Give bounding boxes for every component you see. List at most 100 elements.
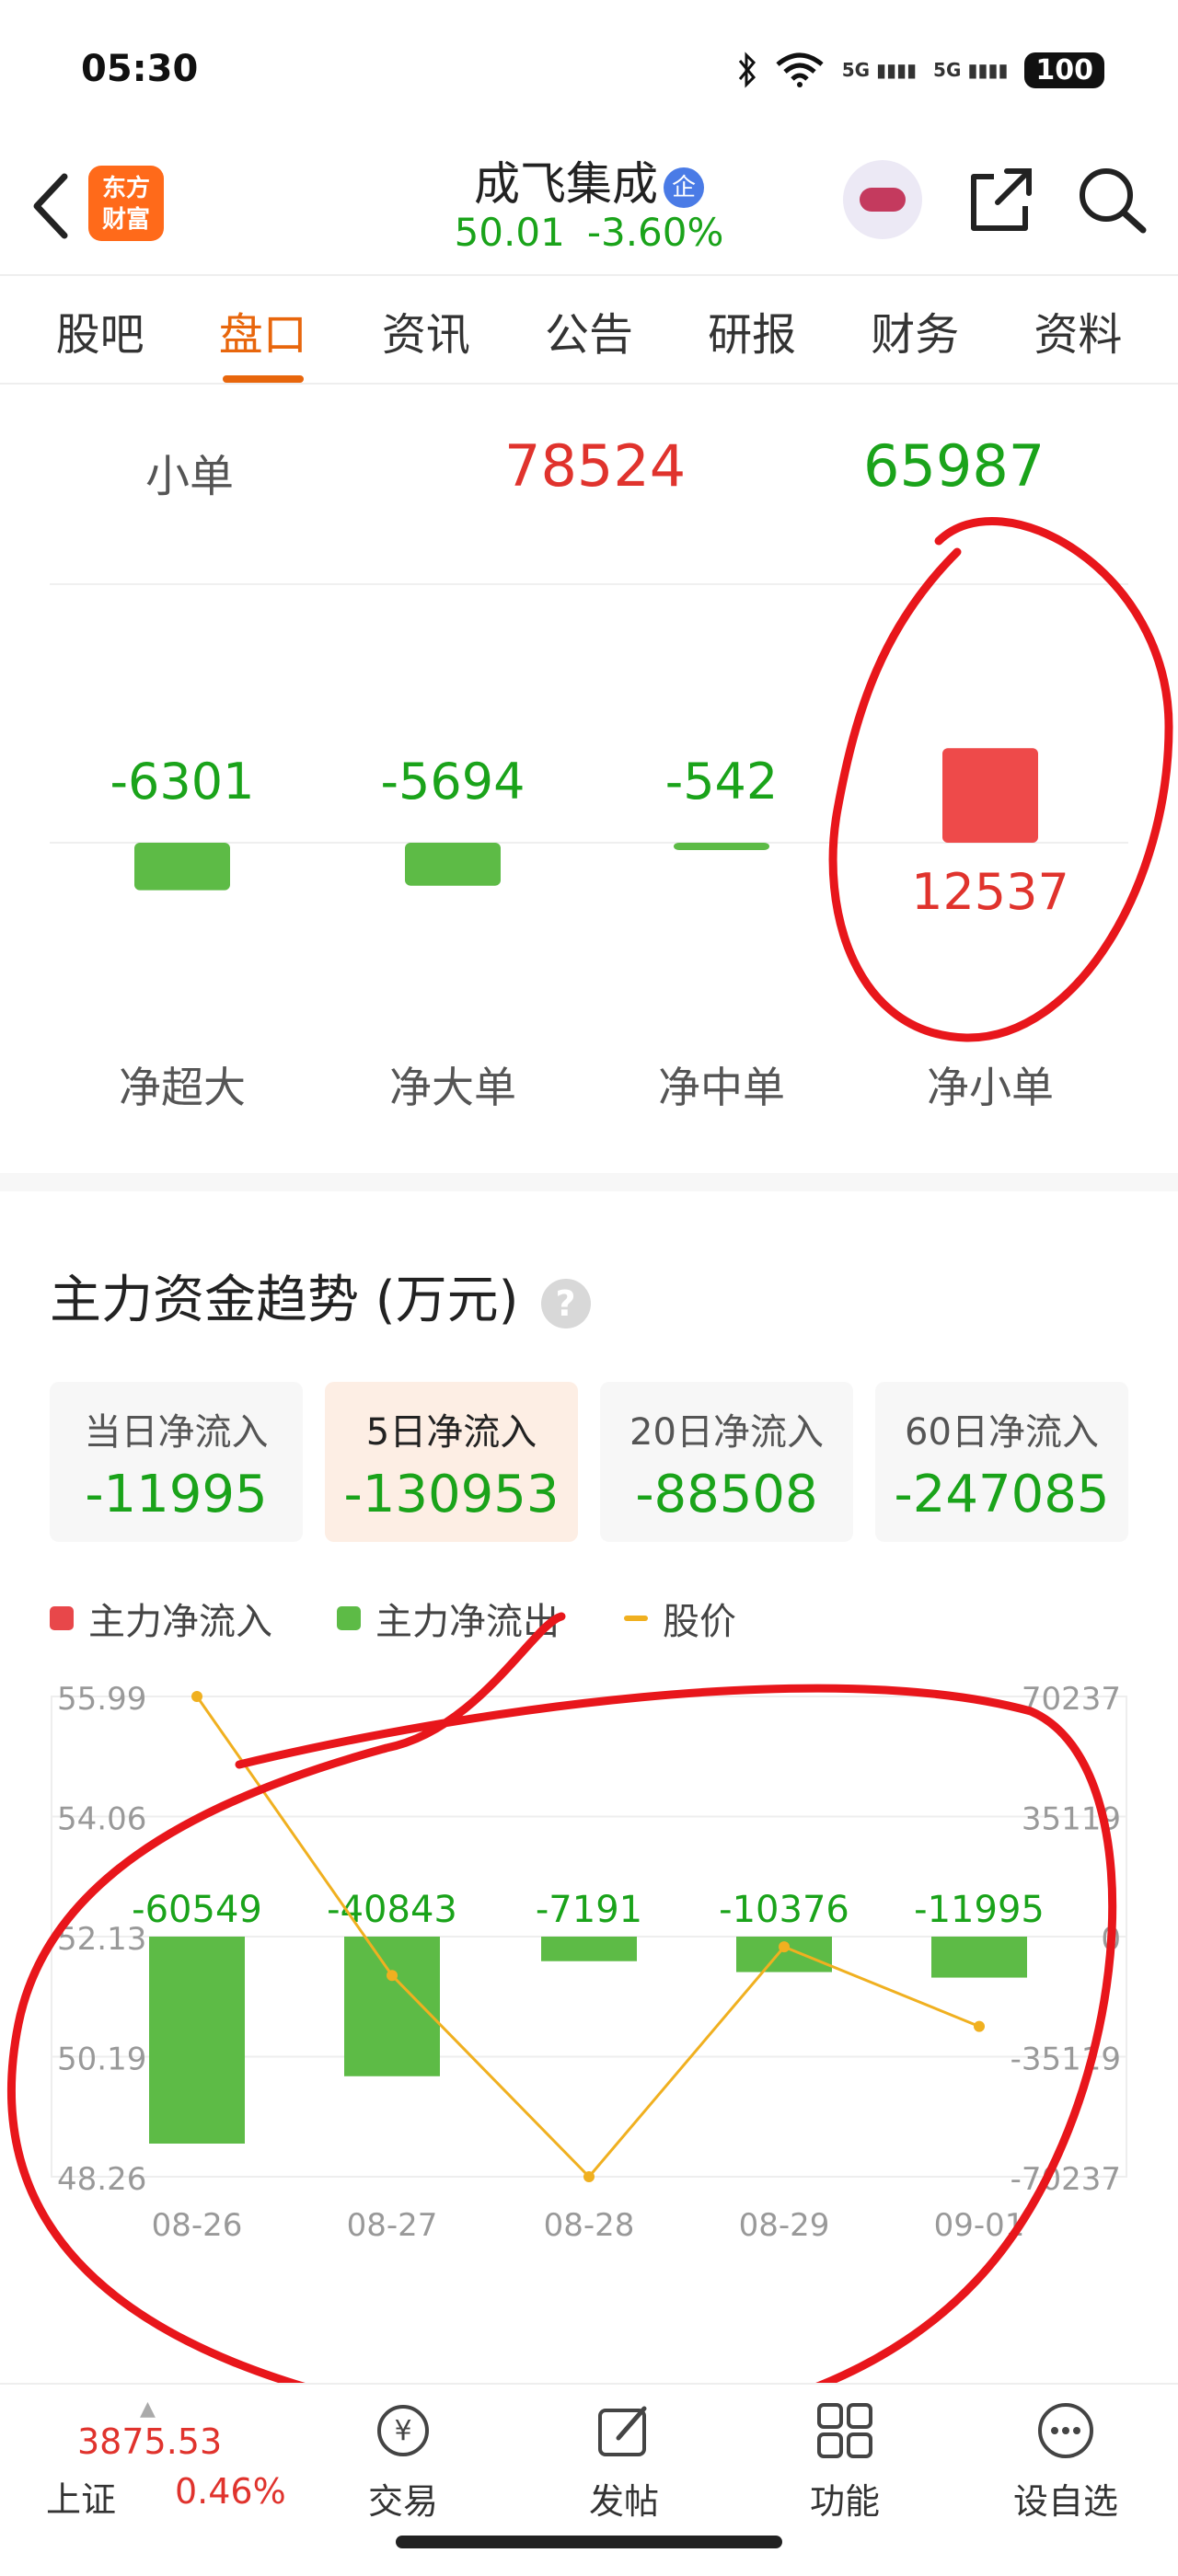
section-divider bbox=[0, 1173, 1178, 1191]
stock-header: 东方 财富 成飞集成企 50.01 -3.60% bbox=[0, 138, 1178, 276]
period-tab-today[interactable]: 当日净流入 -11995 bbox=[50, 1382, 303, 1542]
stock-change: -3.60% bbox=[586, 210, 724, 255]
net-flow-value-label: 12537 bbox=[911, 863, 1069, 921]
net-flow-value-label: -542 bbox=[665, 753, 779, 811]
x-tick-label: 08-26 bbox=[152, 2207, 243, 2244]
net-flow-value-label: -5694 bbox=[381, 753, 525, 811]
period-tab-60d[interactable]: 60日净流入 -247085 bbox=[875, 1382, 1128, 1542]
trend-bar bbox=[931, 1937, 1027, 1978]
status-time: 05:30 bbox=[81, 48, 199, 90]
left-tick-label: 54.06 bbox=[57, 1801, 146, 1838]
right-tick-label: 35119 bbox=[1022, 1801, 1121, 1838]
trend-bar bbox=[541, 1937, 637, 1961]
right-tick-label: 0 bbox=[1101, 1921, 1121, 1958]
index-value: 3875.53 bbox=[77, 2421, 223, 2462]
nav-functions[interactable]: 功能 bbox=[771, 2398, 918, 2524]
left-tick-label: 48.26 bbox=[57, 2161, 146, 2198]
left-tick-label: 55.99 bbox=[57, 1681, 146, 1718]
net-flow-category-label: 净中单 bbox=[658, 1063, 785, 1112]
net-flow-bar bbox=[942, 748, 1038, 843]
tab-news[interactable]: 资讯 bbox=[373, 298, 479, 362]
period-value: -130953 bbox=[343, 1465, 560, 1524]
period-label: 5日净流入 bbox=[365, 1411, 537, 1454]
x-tick-label: 08-29 bbox=[739, 2207, 830, 2244]
order-label: 小单 bbox=[145, 451, 235, 502]
more-icon bbox=[1038, 2403, 1093, 2458]
svg-text:¥: ¥ bbox=[394, 2415, 411, 2447]
net-flow-bar bbox=[134, 843, 230, 891]
status-icons: 5G ▮▮▮▮ 5G ▮▮▮▮ 100 bbox=[737, 52, 1104, 88]
trend-bar-label: -7191 bbox=[536, 1889, 642, 1931]
price-point bbox=[191, 1691, 202, 1702]
tab-announcements[interactable]: 公告 bbox=[536, 298, 642, 362]
right-tick-label: -70237 bbox=[1011, 2161, 1121, 2198]
period-value: -247085 bbox=[894, 1465, 1110, 1524]
legend-outflow[interactable]: 主力净流出 bbox=[337, 1592, 560, 1645]
price-point bbox=[387, 1970, 398, 1982]
net-flow-category-label: 净大单 bbox=[389, 1063, 516, 1112]
nav-post[interactable]: 发帖 bbox=[550, 2398, 698, 2524]
price-point bbox=[583, 2171, 595, 2182]
x-tick-label: 08-28 bbox=[544, 2207, 635, 2244]
search-icon[interactable] bbox=[1075, 162, 1149, 236]
main-fund-trend-chart: 55.99 7023754.06 3511952.13 050.19 -3511948.… bbox=[51, 1681, 1127, 2244]
net-flow-category-label: 净超大 bbox=[119, 1063, 246, 1112]
x-tick-label: 08-27 bbox=[347, 2207, 438, 2244]
home-indicator[interactable] bbox=[396, 2536, 782, 2548]
price-point bbox=[779, 1941, 790, 1953]
divider bbox=[50, 583, 1128, 585]
period-tab-20d[interactable]: 20日净流入 -88508 bbox=[600, 1382, 853, 1542]
stock-price: 50.01 bbox=[454, 210, 565, 255]
trend-bar-label: -10376 bbox=[719, 1889, 849, 1931]
trade-icon: ¥ bbox=[377, 2405, 429, 2456]
market-index[interactable]: ▲ 3875.53 上证 0.46% bbox=[37, 2398, 313, 2520]
trend-bar bbox=[149, 1937, 245, 2144]
robot-assistant-icon[interactable] bbox=[843, 160, 922, 239]
order-sell-value: 65987 bbox=[863, 432, 1045, 500]
nav-trade[interactable]: ¥ 交易 bbox=[329, 2398, 477, 2524]
bottom-tab-bar: ▲ 3875.53 上证 0.46% ¥ 交易 发帖 功能 设自选 bbox=[0, 2383, 1178, 2524]
period-label: 当日净流入 bbox=[84, 1411, 269, 1454]
post-icon bbox=[598, 2406, 647, 2456]
small-order-row: 小单 78524 65987 bbox=[0, 405, 1178, 534]
share-icon[interactable] bbox=[966, 164, 1033, 237]
tab-pankou[interactable]: 盘口 bbox=[210, 298, 317, 383]
caret-up-icon: ▲ bbox=[140, 2398, 156, 2421]
index-change: 0.46% bbox=[175, 2471, 286, 2512]
net-flow-bar bbox=[674, 843, 769, 850]
legend-price[interactable]: 股价 bbox=[624, 1592, 736, 1645]
tab-profile[interactable]: 资料 bbox=[1024, 298, 1131, 362]
tab-finance[interactable]: 财务 bbox=[861, 298, 968, 362]
period-tab-5d[interactable]: 5日净流入 -130953 bbox=[325, 1382, 578, 1542]
enterprise-badge-icon: 企 bbox=[664, 167, 704, 208]
trend-bar-label: -60549 bbox=[132, 1889, 262, 1931]
stock-tabs: 股吧 盘口 资讯 公告 研报 财务 资料 bbox=[0, 278, 1178, 385]
tab-guba[interactable]: 股吧 bbox=[47, 298, 154, 362]
period-label: 60日净流入 bbox=[905, 1411, 1099, 1454]
trend-bar bbox=[344, 1937, 440, 2076]
trend-title: 主力资金趋势 (万元)? bbox=[50, 1259, 591, 1333]
wifi-icon bbox=[776, 52, 824, 87]
battery-icon: 100 bbox=[1024, 52, 1104, 88]
signal-5g-icon-2: 5G ▮▮▮▮ bbox=[933, 59, 1009, 81]
index-name: 上证 bbox=[46, 2479, 117, 2520]
nav-add-watchlist[interactable]: 设自选 bbox=[992, 2398, 1139, 2524]
legend-swatch-inflow bbox=[50, 1606, 74, 1630]
period-value: -88508 bbox=[635, 1465, 818, 1524]
right-tick-label: -35119 bbox=[1011, 2041, 1121, 2078]
net-flow-bar bbox=[405, 843, 501, 886]
legend-inflow[interactable]: 主力净流入 bbox=[50, 1592, 272, 1645]
apps-icon bbox=[817, 2403, 872, 2458]
price-point bbox=[974, 2020, 985, 2032]
tab-research[interactable]: 研报 bbox=[699, 298, 805, 362]
help-icon[interactable]: ? bbox=[540, 1278, 591, 1328]
status-bar: 05:30 5G ▮▮▮▮ 5G ▮▮▮▮ 100 bbox=[0, 0, 1178, 138]
trend-bar-label: -11995 bbox=[914, 1889, 1045, 1931]
right-tick-label: 70237 bbox=[1022, 1681, 1121, 1718]
period-tabs: 当日净流入 -11995 5日净流入 -130953 20日净流入 -88508… bbox=[50, 1382, 1128, 1542]
order-buy-value: 78524 bbox=[504, 432, 687, 500]
bluetooth-icon bbox=[738, 52, 756, 88]
net-flow-chart: -6301 净超大 -5694 净大单 -542 净中单 12537 净小单 bbox=[50, 748, 1128, 1112]
x-tick-label: 09-01 bbox=[934, 2207, 1025, 2244]
legend-swatch-price bbox=[624, 1616, 648, 1621]
